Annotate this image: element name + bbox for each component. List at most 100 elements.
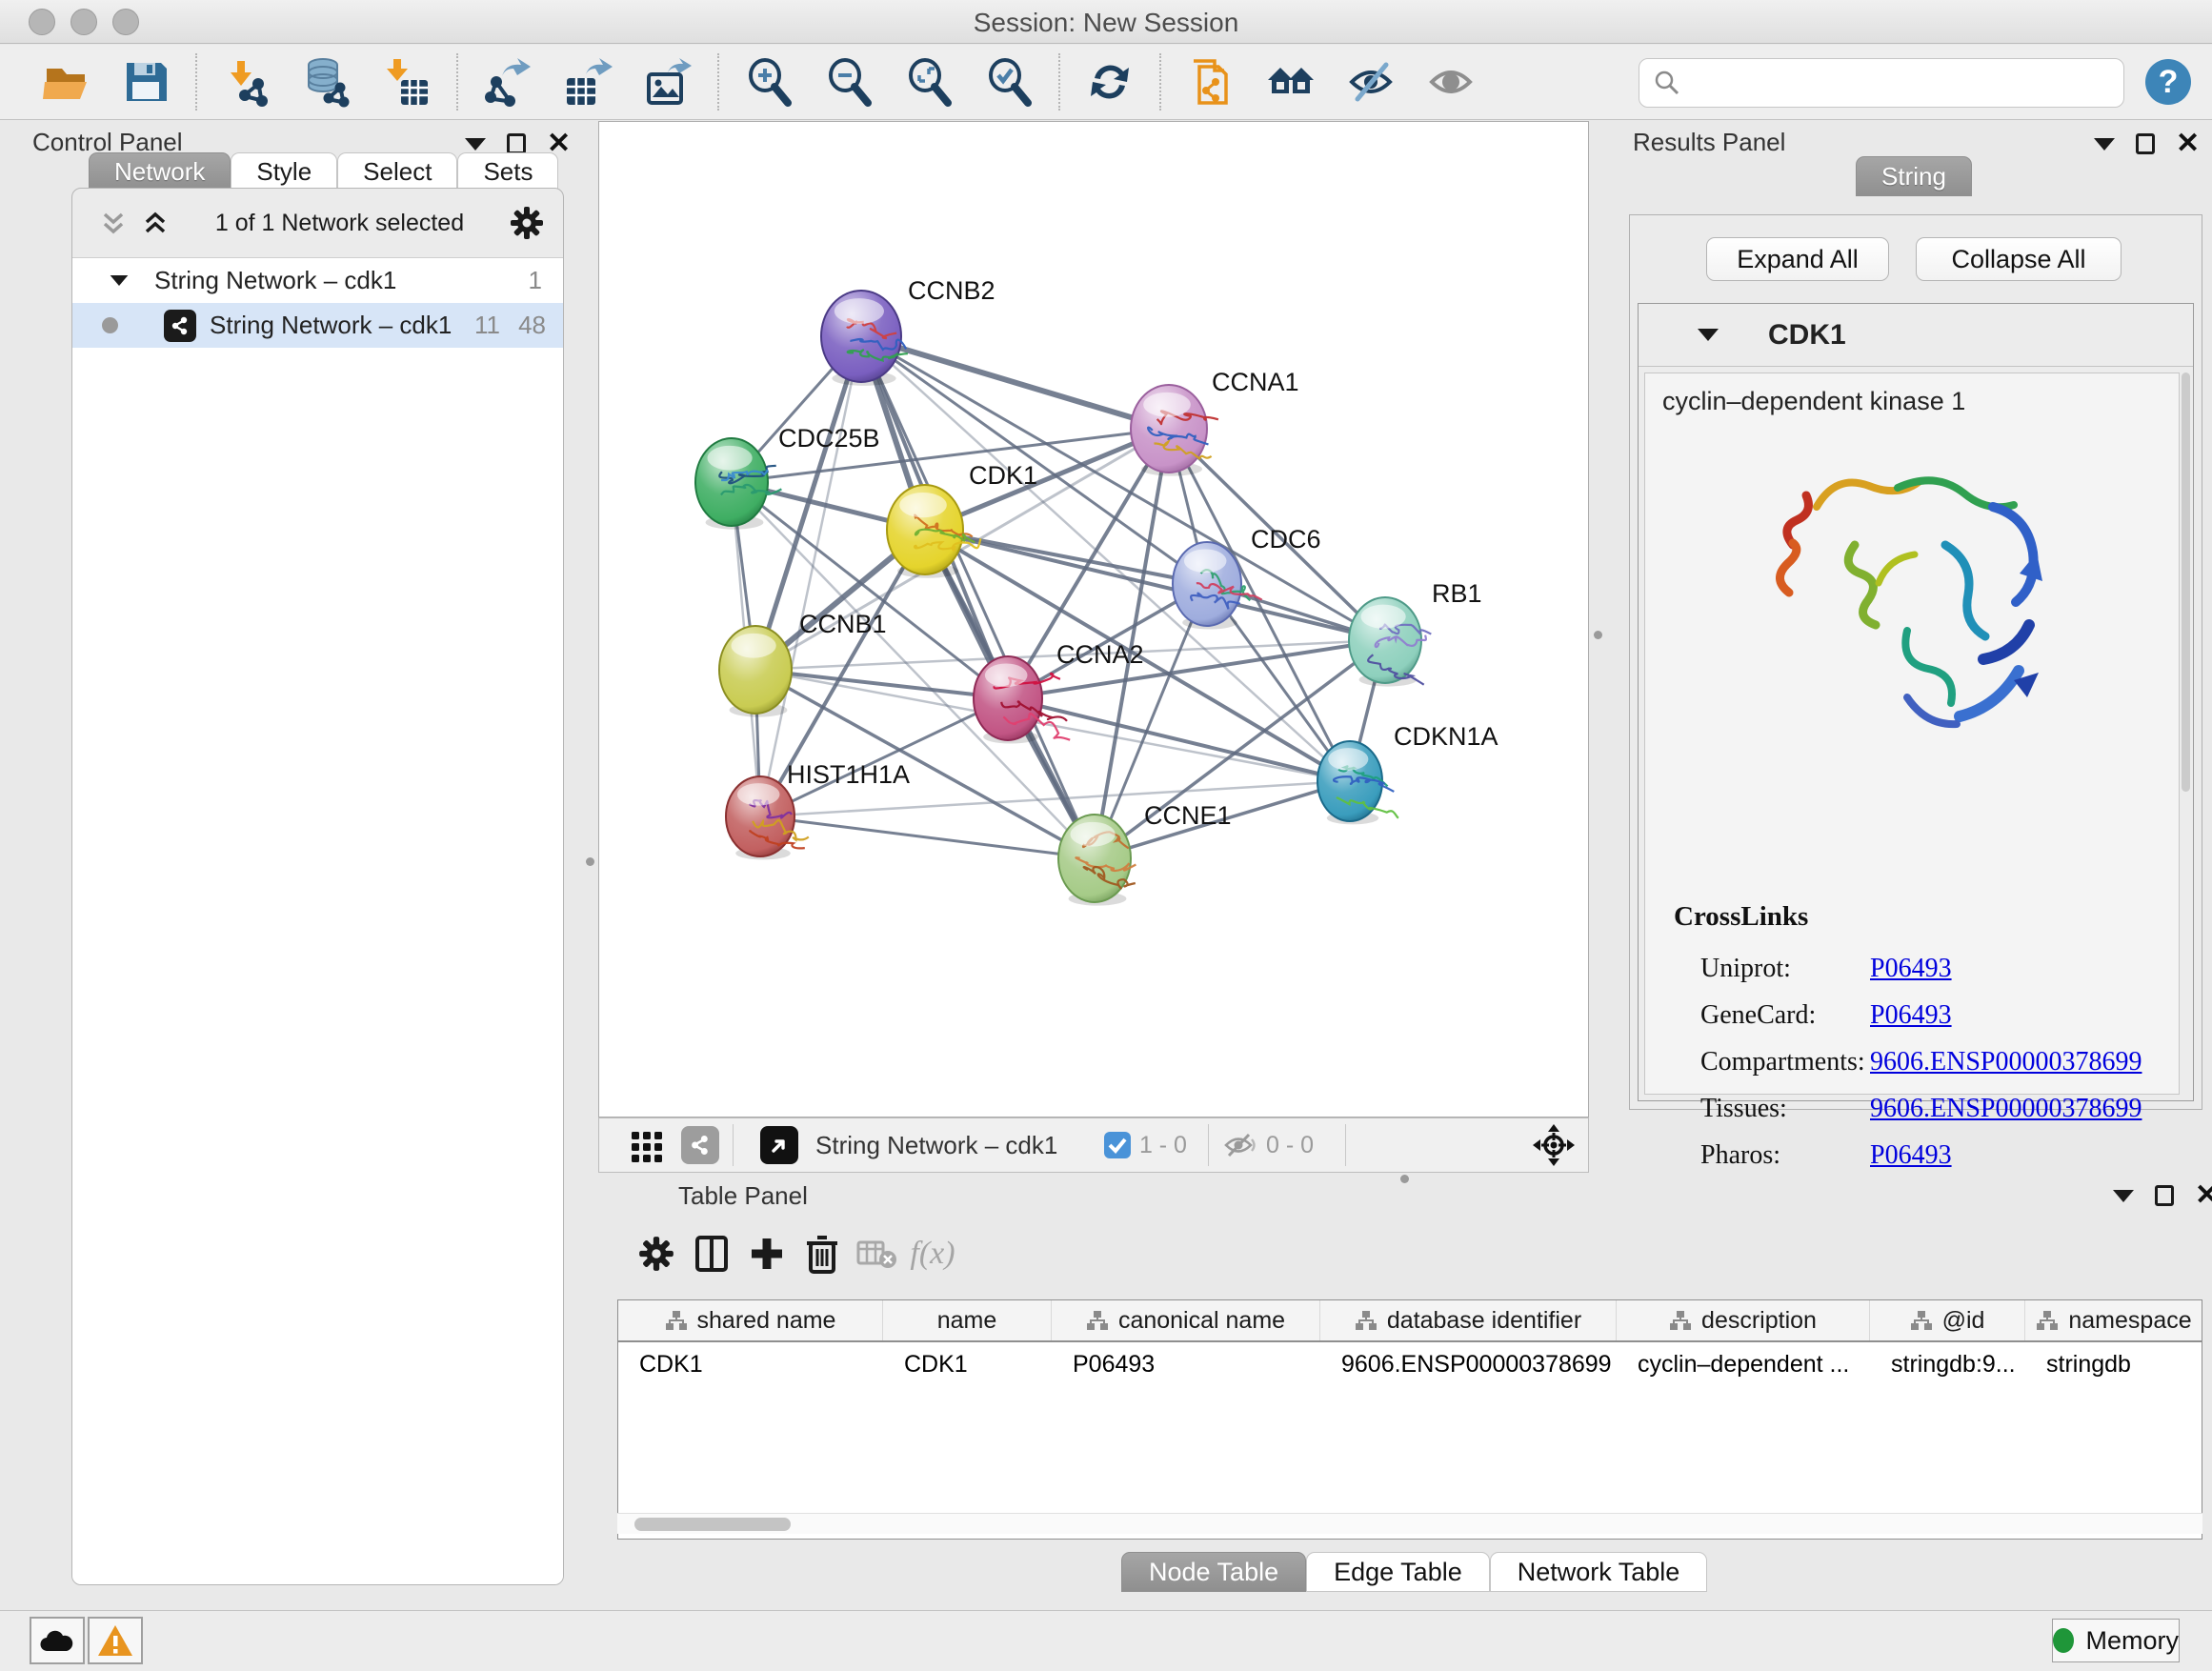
- network-edge[interactable]: [760, 336, 861, 816]
- string-home-icon[interactable]: [1263, 54, 1318, 110]
- table-cell[interactable]: CDK1: [883, 1342, 1052, 1386]
- gene-section-header[interactable]: CDK1: [1639, 304, 2193, 367]
- network-node-cdc25b[interactable]: [695, 438, 781, 530]
- column-header-database-identifier[interactable]: database identifier: [1320, 1300, 1617, 1340]
- column-header-namespace[interactable]: namespace: [2025, 1300, 2202, 1340]
- help-icon[interactable]: ?: [2141, 54, 2196, 110]
- table-row[interactable]: CDK1CDK1P064939606.ENSP00000378699cyclin…: [618, 1342, 2202, 1386]
- delete-column-trash-icon[interactable]: [794, 1226, 850, 1281]
- tab-select[interactable]: Select: [337, 152, 457, 191]
- import-network-from-database-icon[interactable]: [299, 54, 354, 110]
- network-edge[interactable]: [760, 698, 1008, 816]
- network-row[interactable]: String Network – cdk1 11 48: [72, 303, 563, 348]
- export-network-icon[interactable]: [480, 54, 535, 110]
- tab-edge-table[interactable]: Edge Table: [1306, 1552, 1490, 1592]
- zoom-selected-icon[interactable]: [981, 54, 1036, 110]
- table-options-gear-icon[interactable]: [629, 1226, 684, 1281]
- right-splitter-handle[interactable]: [1594, 631, 1602, 639]
- network-collection-row[interactable]: String Network – cdk1 1: [72, 258, 563, 303]
- collection-expander-icon[interactable]: [111, 275, 129, 286]
- tab-string[interactable]: String: [1856, 156, 1972, 196]
- bottom-splitter-handle[interactable]: [1400, 1175, 1409, 1183]
- panel-float-icon[interactable]: [2155, 1185, 2174, 1206]
- network-canvas[interactable]: CCNB2CCNA1CDC25BCDK1CDC6RB1CCNB1CCNA2CDK…: [598, 121, 1589, 1117]
- scrollbar-thumb[interactable]: [634, 1518, 791, 1531]
- panel-menu-icon[interactable]: [465, 138, 486, 151]
- section-collapse-icon[interactable]: [1698, 329, 1719, 341]
- create-column-icon[interactable]: [739, 1226, 794, 1281]
- cloud-status-button[interactable]: [30, 1617, 85, 1664]
- panel-menu-icon[interactable]: [2094, 138, 2115, 151]
- column-header-name[interactable]: name: [883, 1300, 1052, 1340]
- crosslink-link[interactable]: 9606.ENSP00000378699: [1870, 1094, 2142, 1124]
- export-table-icon[interactable]: [560, 54, 615, 110]
- tab-style[interactable]: Style: [231, 152, 337, 191]
- zoom-in-icon[interactable]: [741, 54, 796, 110]
- import-string-network-icon[interactable]: [1183, 54, 1238, 110]
- network-node-ccne1[interactable]: [1058, 815, 1136, 906]
- table-cell[interactable]: P06493: [1052, 1342, 1320, 1386]
- network-options-gear-icon[interactable]: [508, 204, 546, 242]
- column-header--id[interactable]: @id: [1870, 1300, 2025, 1340]
- open-in-window-icon[interactable]: [760, 1126, 798, 1164]
- refresh-view-icon[interactable]: [1082, 54, 1137, 110]
- birds-eye-grid-icon[interactable]: [628, 1126, 666, 1164]
- search-input[interactable]: [1691, 70, 2114, 96]
- panel-float-icon[interactable]: [2136, 133, 2155, 154]
- column-header-description[interactable]: description: [1617, 1300, 1870, 1340]
- show-hidden-icon[interactable]: [1423, 54, 1478, 110]
- table-cell[interactable]: cyclin–dependent ...: [1617, 1342, 1870, 1386]
- expand-all-button[interactable]: Expand All: [1706, 237, 1889, 281]
- delete-table-icon[interactable]: [850, 1226, 905, 1281]
- crosslink-link[interactable]: P06493: [1870, 1000, 1952, 1031]
- crosslink-link[interactable]: P06493: [1870, 954, 1952, 984]
- warnings-button[interactable]: [88, 1617, 143, 1664]
- network-node-cdk1[interactable]: [887, 485, 980, 578]
- table-cell[interactable]: stringdb: [2025, 1342, 2202, 1386]
- export-image-icon[interactable]: [640, 54, 695, 110]
- save-session-icon[interactable]: [118, 54, 173, 110]
- collapse-all-networks-icon[interactable]: [97, 207, 130, 239]
- panel-close-icon[interactable]: ✕: [547, 133, 571, 154]
- table-cell[interactable]: CDK1: [618, 1342, 883, 1386]
- import-network-from-file-icon[interactable]: [219, 54, 274, 110]
- left-splitter-handle[interactable]: [586, 857, 594, 866]
- collapse-all-button[interactable]: Collapse All: [1916, 237, 2122, 281]
- network-node-hist1h1a[interactable]: [726, 776, 809, 859]
- memory-button[interactable]: Memory: [2052, 1619, 2180, 1662]
- network-edge[interactable]: [760, 816, 1095, 858]
- table-cell[interactable]: stringdb:9...: [1870, 1342, 2025, 1386]
- tab-node-table[interactable]: Node Table: [1121, 1552, 1306, 1592]
- tab-network[interactable]: Network: [89, 152, 231, 191]
- function-builder-icon[interactable]: f(x): [905, 1226, 960, 1281]
- column-header-canonical-name[interactable]: canonical name: [1052, 1300, 1320, 1340]
- tab-network-table[interactable]: Network Table: [1490, 1552, 1708, 1592]
- network-node-ccnb1[interactable]: [719, 626, 792, 717]
- network-node-ccnb2[interactable]: [821, 291, 908, 386]
- network-node-rb1[interactable]: [1349, 597, 1431, 687]
- show-columns-icon[interactable]: [684, 1226, 739, 1281]
- open-session-icon[interactable]: [38, 54, 93, 110]
- import-table-from-file-icon[interactable]: [379, 54, 434, 110]
- panel-close-icon[interactable]: ✕: [2195, 1185, 2212, 1206]
- crosslink-link[interactable]: P06493: [1870, 1140, 1952, 1171]
- pan-crosshair-icon[interactable]: [1531, 1122, 1577, 1168]
- crosslink-link[interactable]: 9606.ENSP00000378699: [1870, 1047, 2142, 1077]
- results-scrollbar[interactable]: [2182, 372, 2190, 792]
- panel-menu-icon[interactable]: [2113, 1190, 2134, 1202]
- column-header-shared-name[interactable]: shared name: [618, 1300, 883, 1340]
- table-cell[interactable]: 9606.ENSP00000378699: [1320, 1342, 1617, 1386]
- zoom-out-icon[interactable]: [821, 54, 876, 110]
- zoom-fit-content-icon[interactable]: [901, 54, 956, 110]
- network-edge[interactable]: [861, 336, 1169, 429]
- selected-checkbox-icon[interactable]: [1103, 1131, 1132, 1159]
- table-horizontal-scrollbar[interactable]: [617, 1513, 2202, 1534]
- panel-close-icon[interactable]: ✕: [2176, 133, 2200, 154]
- tab-sets[interactable]: Sets: [457, 152, 558, 191]
- hide-selected-icon[interactable]: [1343, 54, 1398, 110]
- hidden-eye-slash-icon[interactable]: [1222, 1131, 1258, 1159]
- expand-all-networks-icon[interactable]: [139, 207, 171, 239]
- network-node-cdkn1a[interactable]: [1317, 741, 1398, 824]
- string-view-badge-icon[interactable]: [681, 1126, 719, 1164]
- panel-float-icon[interactable]: [507, 133, 526, 154]
